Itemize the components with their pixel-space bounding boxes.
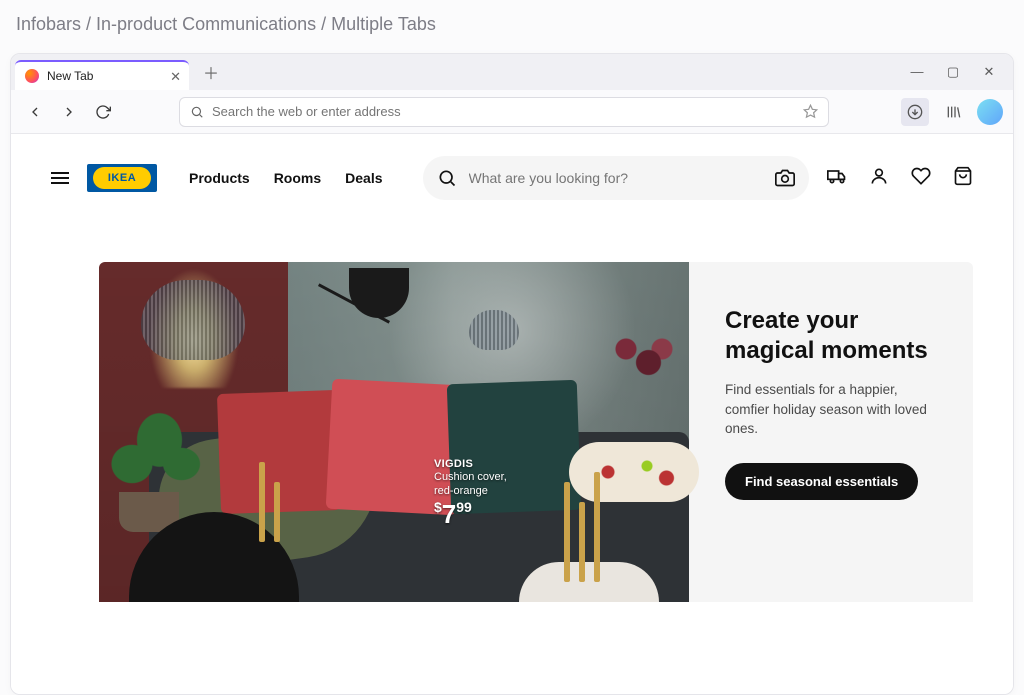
site-utility-icons xyxy=(827,166,973,191)
close-tab-icon[interactable]: ✕ xyxy=(170,70,181,83)
window-controls: — ▢ ✕ xyxy=(905,64,1013,80)
product-desc-2: red-orange xyxy=(434,484,507,498)
site-search[interactable] xyxy=(423,156,810,200)
hero-copy: Create your magical moments Find essenti… xyxy=(689,262,973,602)
pendant-lamp2-icon xyxy=(469,310,519,350)
nav-links: Products Rooms Deals xyxy=(189,170,383,186)
hero-banner: VIGDIS Cushion cover, red-orange $799 Cr… xyxy=(99,262,973,602)
shopping-bag-icon[interactable] xyxy=(953,166,973,191)
url-bar[interactable] xyxy=(179,97,829,127)
price-cents: 99 xyxy=(456,499,472,515)
library-button[interactable] xyxy=(939,98,967,126)
address-input[interactable] xyxy=(212,104,795,119)
downloads-button[interactable] xyxy=(901,98,929,126)
site-search-input[interactable] xyxy=(469,170,764,186)
account-icon[interactable] xyxy=(869,166,889,191)
breadcrumb: Infobars / In-product Communications / M… xyxy=(0,0,1024,53)
flowers-decor xyxy=(599,322,689,412)
price-tag[interactable]: VIGDIS Cushion cover, red-orange $799 xyxy=(434,458,507,530)
site-logo[interactable]: IKEA xyxy=(87,164,157,192)
logo-text: IKEA xyxy=(93,167,151,189)
maximize-button[interactable]: ▢ xyxy=(941,64,965,80)
hero-image[interactable]: VIGDIS Cushion cover, red-orange $799 xyxy=(99,262,689,602)
candle xyxy=(594,472,600,582)
profile-button[interactable] xyxy=(977,99,1003,125)
site-header: IKEA Products Rooms Deals xyxy=(11,134,1013,218)
nav-products[interactable]: Products xyxy=(189,170,250,186)
nav-deals[interactable]: Deals xyxy=(345,170,382,186)
camera-search-icon[interactable] xyxy=(775,168,795,188)
new-tab-button[interactable]: ＋ xyxy=(197,58,225,86)
product-name: VIGDIS xyxy=(434,458,507,470)
candle xyxy=(579,502,585,582)
minimize-button[interactable]: — xyxy=(905,64,929,80)
firefox-favicon-icon xyxy=(25,69,39,83)
bolster-floral xyxy=(569,442,699,502)
search-icon xyxy=(437,168,457,188)
candle xyxy=(259,462,265,542)
browser-toolbar xyxy=(11,90,1013,134)
price-whole: 7 xyxy=(442,499,456,529)
delivery-icon[interactable] xyxy=(827,166,847,191)
wishlist-heart-icon[interactable] xyxy=(911,166,931,191)
tab-label: New Tab xyxy=(47,69,162,83)
currency-symbol: $ xyxy=(434,499,442,515)
candle xyxy=(274,482,280,542)
pendant-lamp-icon xyxy=(141,280,245,360)
browser-tab[interactable]: New Tab ✕ xyxy=(15,60,189,90)
forward-button[interactable] xyxy=(55,98,83,126)
back-button[interactable] xyxy=(21,98,49,126)
nav-rooms[interactable]: Rooms xyxy=(274,170,321,186)
menu-burger-icon[interactable] xyxy=(51,172,69,184)
hero-title: Create your magical moments xyxy=(725,306,939,366)
page-content: IKEA Products Rooms Deals xyxy=(11,134,1013,694)
product-price: $799 xyxy=(434,499,507,530)
close-window-button[interactable]: ✕ xyxy=(977,64,1001,80)
bookmark-star-icon[interactable] xyxy=(803,104,818,119)
hero-body: Find essentials for a happier, comfier h… xyxy=(725,380,939,439)
round-tray xyxy=(519,562,659,602)
product-desc-1: Cushion cover, xyxy=(434,470,507,484)
toolbar-right xyxy=(901,98,1003,126)
candle xyxy=(564,482,570,582)
desk-lamp-icon xyxy=(349,268,409,318)
reload-button[interactable] xyxy=(89,98,117,126)
browser-window: New Tab ✕ ＋ — ▢ ✕ xyxy=(10,53,1014,695)
search-icon xyxy=(190,105,204,119)
tab-strip: New Tab ✕ ＋ — ▢ ✕ xyxy=(11,54,1013,90)
hero-cta-button[interactable]: Find seasonal essentials xyxy=(725,463,918,500)
